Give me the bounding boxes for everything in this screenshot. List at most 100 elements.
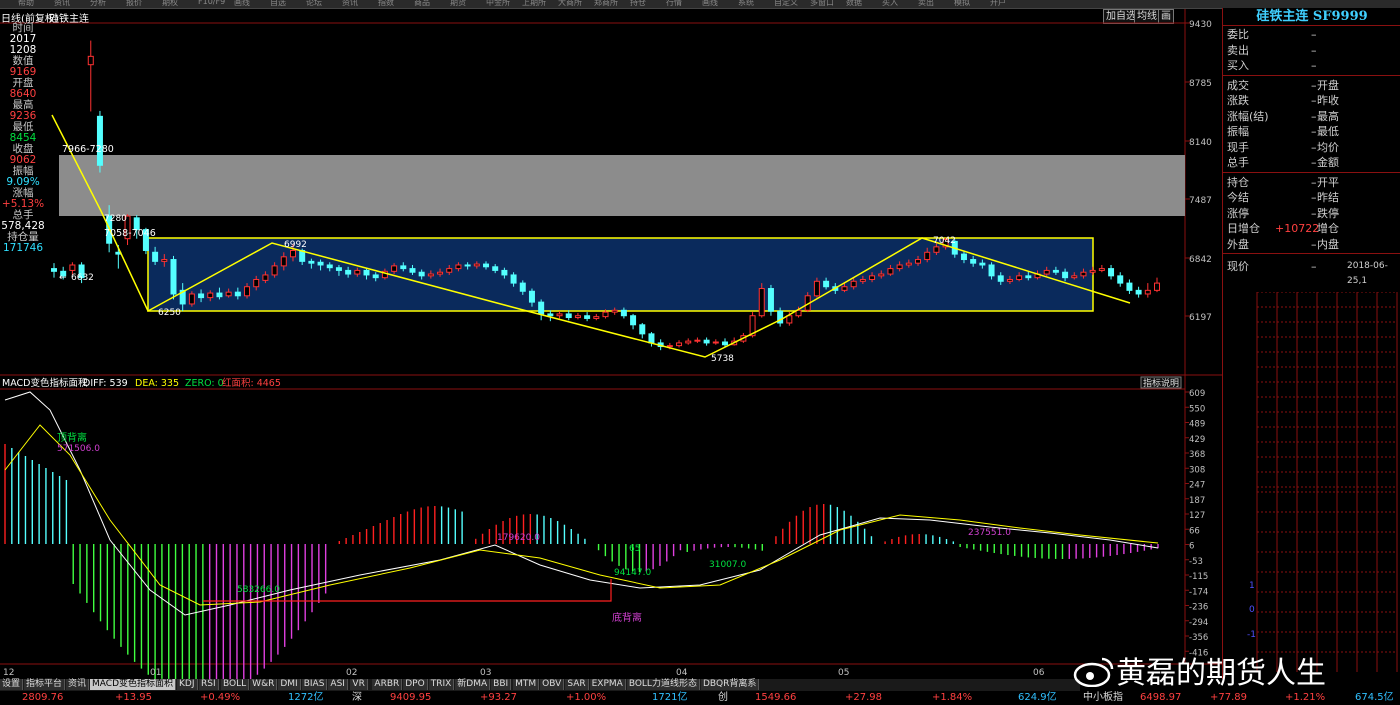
- candle-body: [198, 293, 205, 299]
- resistance-zone: [59, 155, 1185, 216]
- candle-body: [1126, 282, 1133, 291]
- indicator-tab[interactable]: DPO: [403, 679, 428, 690]
- macd-value-label: 237551.0: [968, 528, 1011, 538]
- price-label: 6992: [284, 240, 307, 250]
- zx-amount: 674.5亿: [1355, 692, 1394, 703]
- indicator-tabs: 设置 指标平台 资讯 MACD变色指标面积 KDJ RSI BOLL W&R DMI BIAS AS…: [0, 679, 1080, 691]
- sz-pct: +1.00%: [566, 692, 607, 703]
- indicator-tab[interactable]: 设置: [0, 679, 24, 690]
- candle-body: [970, 259, 977, 264]
- quote-row: 振幅 – 最低: [1223, 124, 1400, 139]
- candle-body: [896, 264, 903, 270]
- price-tick: 6197: [1189, 313, 1212, 323]
- indicator-tab[interactable]: 新DMA: [455, 679, 491, 690]
- tick-label: 现价: [1227, 260, 1249, 273]
- candle-body: [418, 271, 425, 277]
- dea-line: [4, 424, 1159, 606]
- indicator-tab[interactable]: VR: [350, 679, 368, 690]
- indicator-tab[interactable]: RSI: [199, 679, 219, 690]
- mini-axis-tick: 0: [1249, 605, 1255, 615]
- price-label: 7280: [104, 214, 127, 224]
- quote-label: 振幅: [1227, 125, 1249, 138]
- indicator-tab[interactable]: TRIX: [428, 679, 455, 690]
- candle-body: [933, 246, 940, 253]
- candle-body: [602, 311, 609, 318]
- candle-body: [161, 259, 168, 262]
- quote-label: 委比: [1227, 28, 1249, 41]
- quote-row: 现手 – 均价: [1223, 140, 1400, 155]
- macd-axis-tick: -174: [1189, 587, 1208, 597]
- quote-row: 卖出 –: [1223, 43, 1400, 58]
- indicator-tab[interactable]: BBI: [491, 679, 512, 690]
- indicator-tab[interactable]: ASI: [328, 679, 348, 690]
- quote-label: 均价: [1317, 140, 1339, 154]
- price-tick: 7487: [1189, 196, 1212, 206]
- indicator-tab[interactable]: 指标平台: [24, 679, 66, 690]
- candle-body: [262, 274, 269, 281]
- candle-body: [51, 268, 57, 272]
- indicator-tab[interactable]: BIAS: [301, 679, 328, 690]
- quote-label: 成交: [1227, 78, 1249, 92]
- price-tick: 8140: [1189, 138, 1212, 148]
- quote-value: –: [1311, 140, 1317, 154]
- quote-label: 开盘: [1317, 78, 1339, 92]
- quote-value: –: [1311, 206, 1317, 220]
- chart-canvas[interactable]: 9430 8785 8140 7487 6842 6197 7966-7280 …: [0, 0, 1222, 679]
- macd-title[interactable]: MACD变色指标面积: [2, 377, 88, 389]
- candle-body: [216, 292, 223, 298]
- indicator-tab[interactable]: MTM: [513, 679, 540, 690]
- month-tick: 03: [480, 668, 491, 678]
- macd-axis-tick: 247: [1189, 481, 1205, 491]
- indicator-tab[interactable]: BOLL: [221, 679, 250, 690]
- candle-body: [519, 282, 526, 292]
- candle-body: [409, 268, 416, 273]
- quote-label: 开平: [1317, 175, 1339, 189]
- indicator-tab[interactable]: DBQR背离系: [700, 679, 760, 690]
- candle-body: [565, 313, 572, 319]
- candle-body: [446, 268, 453, 273]
- quote-row: 涨跌 – 昨收: [1223, 93, 1400, 108]
- candle-body: [611, 309, 618, 313]
- indicator-tab[interactable]: ARBR: [372, 679, 403, 690]
- tick-row: 现价 – 2018-06-25,1: [1223, 259, 1400, 286]
- quote-panel: 硅铁主连 SF9999 委比 – 卖出 – 买入 – 成交 – 开盘 涨跌 – 昨收 涨幅(结) – 最高振…: [1222, 8, 1400, 698]
- indicator-tab[interactable]: EXPMA: [589, 679, 626, 690]
- macd-axis-tick: 429: [1189, 435, 1205, 445]
- indicator-tab[interactable]: MACD变色指标面积: [90, 679, 177, 690]
- month-tick: 04: [676, 668, 688, 678]
- top-divergence-label: 顶背离: [57, 431, 87, 444]
- candle-body: [593, 316, 600, 319]
- candle-body: [556, 313, 563, 317]
- candle-body: [786, 315, 793, 324]
- macd-axis-tick: -115: [1189, 572, 1208, 582]
- indicator-tab[interactable]: W&R: [250, 679, 278, 690]
- macd-histogram: [4, 444, 1159, 679]
- indicator-tab[interactable]: DMI: [278, 679, 301, 690]
- indicator-tab[interactable]: BOLL力道线形态: [626, 679, 700, 690]
- quote-label: 今结: [1227, 191, 1249, 204]
- candle-body: [584, 315, 591, 319]
- quote-row: 成交 – 开盘: [1223, 78, 1400, 93]
- indicator-tab[interactable]: 资讯: [66, 679, 90, 690]
- candle-body: [547, 313, 554, 317]
- candle-body: [152, 251, 159, 262]
- indicator-tab[interactable]: OBV: [540, 679, 565, 690]
- candle-body: [372, 274, 379, 279]
- zx-label: 中小板指: [1083, 692, 1123, 703]
- candle-body: [666, 345, 673, 348]
- candle-body: [841, 286, 848, 291]
- candle-body: [427, 273, 434, 277]
- candle-body: [758, 288, 765, 317]
- candle-body: [87, 55, 94, 66]
- indicator-tab[interactable]: KDJ: [177, 679, 198, 690]
- price-label: 6250: [158, 308, 181, 318]
- info-value: 171746: [2, 242, 44, 254]
- quote-row: 外盘 – 内盘: [1223, 237, 1400, 252]
- indicator-tab[interactable]: SAR: [565, 679, 589, 690]
- sz-amount: 1721亿: [652, 692, 688, 703]
- month-tick: 02: [346, 668, 357, 678]
- candle-body: [1080, 271, 1087, 277]
- arrow-label: ←: [59, 273, 67, 283]
- price-label: 7042: [933, 236, 956, 246]
- candle-body: [234, 291, 241, 297]
